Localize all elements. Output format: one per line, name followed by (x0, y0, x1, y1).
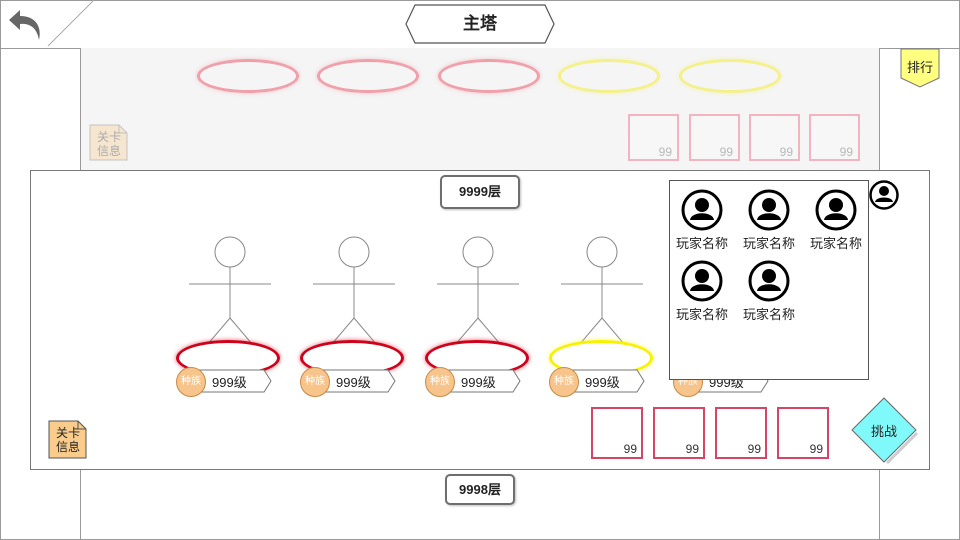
upper-reward-slot: 99 (689, 114, 740, 161)
upper-unit-ring (197, 59, 299, 93)
upper-unit-ring (558, 59, 660, 93)
page-title-banner: 主塔 (405, 4, 555, 44)
player-entry[interactable]: 玩家名称 (737, 260, 801, 323)
info-label-line2: 信息 (55, 440, 80, 454)
player-entry[interactable]: 玩家名称 (670, 189, 734, 252)
player-name: 玩家名称 (675, 307, 728, 322)
back-button[interactable] (6, 6, 46, 44)
reward-count: 99 (839, 145, 853, 159)
upper-reward-slot: 99 (749, 114, 800, 161)
race-badge: 种族 (176, 367, 206, 397)
back-arrow-icon (9, 10, 40, 40)
player-name: 玩家名称 (675, 236, 728, 251)
upper-unit-ring (438, 59, 540, 93)
upper-unit-ring (679, 59, 781, 93)
upper-reward-slot: 99 (809, 114, 860, 161)
info-label-line1: 关卡 (55, 426, 80, 440)
info-label-line1: 关卡 (96, 130, 121, 144)
user-avatar-icon (748, 189, 790, 231)
unit-figure[interactable] (560, 236, 644, 342)
user-avatar-icon (681, 189, 723, 231)
lower-floor-label: 9998层 (445, 474, 515, 505)
player-name: 玩家名称 (809, 236, 862, 251)
unit-level-tag: 种族 999级 (176, 367, 272, 397)
ranking-label: 排行 (906, 60, 933, 75)
race-badge: 种族 (300, 367, 330, 397)
reward-count: 99 (747, 442, 761, 456)
unit-level: 999级 (336, 375, 371, 390)
info-label-line2: 信息 (96, 144, 121, 158)
player-entry[interactable]: 玩家名称 (804, 189, 868, 252)
unit-level-tag: 种族 999级 (425, 367, 521, 397)
reward-count: 99 (658, 145, 672, 159)
unit-level-tag: 种族 999级 (549, 367, 645, 397)
race-badge: 种族 (425, 367, 455, 397)
ranking-button[interactable]: 排行 (900, 48, 940, 88)
challenge-button[interactable]: 挑战 (850, 396, 918, 464)
unit-level: 999级 (461, 375, 496, 390)
reward-slot[interactable]: 99 (653, 407, 705, 459)
player-entry[interactable]: 玩家名称 (737, 189, 801, 252)
user-avatar-icon (748, 260, 790, 302)
unit-figure[interactable] (312, 236, 396, 342)
unit-level-tag: 种族 999级 (300, 367, 396, 397)
player-entry[interactable]: 玩家名称 (670, 260, 734, 323)
reward-count: 99 (779, 145, 793, 159)
page-title: 主塔 (463, 14, 497, 33)
player-name: 玩家名称 (742, 307, 795, 322)
reward-count: 99 (809, 442, 823, 456)
race-badge: 种族 (549, 367, 579, 397)
reward-slot[interactable]: 99 (777, 407, 829, 459)
unit-level: 999级 (585, 375, 620, 390)
stage-info-button[interactable]: 关卡 信息 (48, 420, 88, 460)
upper-unit-ring (317, 59, 419, 93)
unit-figure[interactable] (188, 236, 272, 342)
stage-info-label: 关卡 信息 (48, 426, 88, 454)
reward-slot[interactable]: 99 (715, 407, 767, 459)
user-avatar-icon (681, 260, 723, 302)
current-floor-label: 9999层 (440, 175, 520, 209)
reward-count: 99 (623, 442, 637, 456)
unit-level: 999级 (212, 375, 247, 390)
reward-slot[interactable]: 99 (591, 407, 643, 459)
player-list-panel: 玩家名称 玩家名称 玩家名称 玩家名称 玩家名称 (669, 180, 869, 380)
player-list-toggle-avatar-icon[interactable] (869, 180, 899, 210)
reward-count: 99 (719, 145, 733, 159)
unit-figure[interactable] (436, 236, 520, 342)
upper-reward-slot: 99 (628, 114, 679, 161)
player-name: 玩家名称 (742, 236, 795, 251)
reward-count: 99 (685, 442, 699, 456)
user-avatar-icon (815, 189, 857, 231)
upper-stage-info-label: 关卡 信息 (89, 130, 129, 158)
upper-stage-info-button[interactable]: 关卡 信息 (89, 124, 129, 164)
challenge-label: 挑战 (870, 424, 897, 439)
